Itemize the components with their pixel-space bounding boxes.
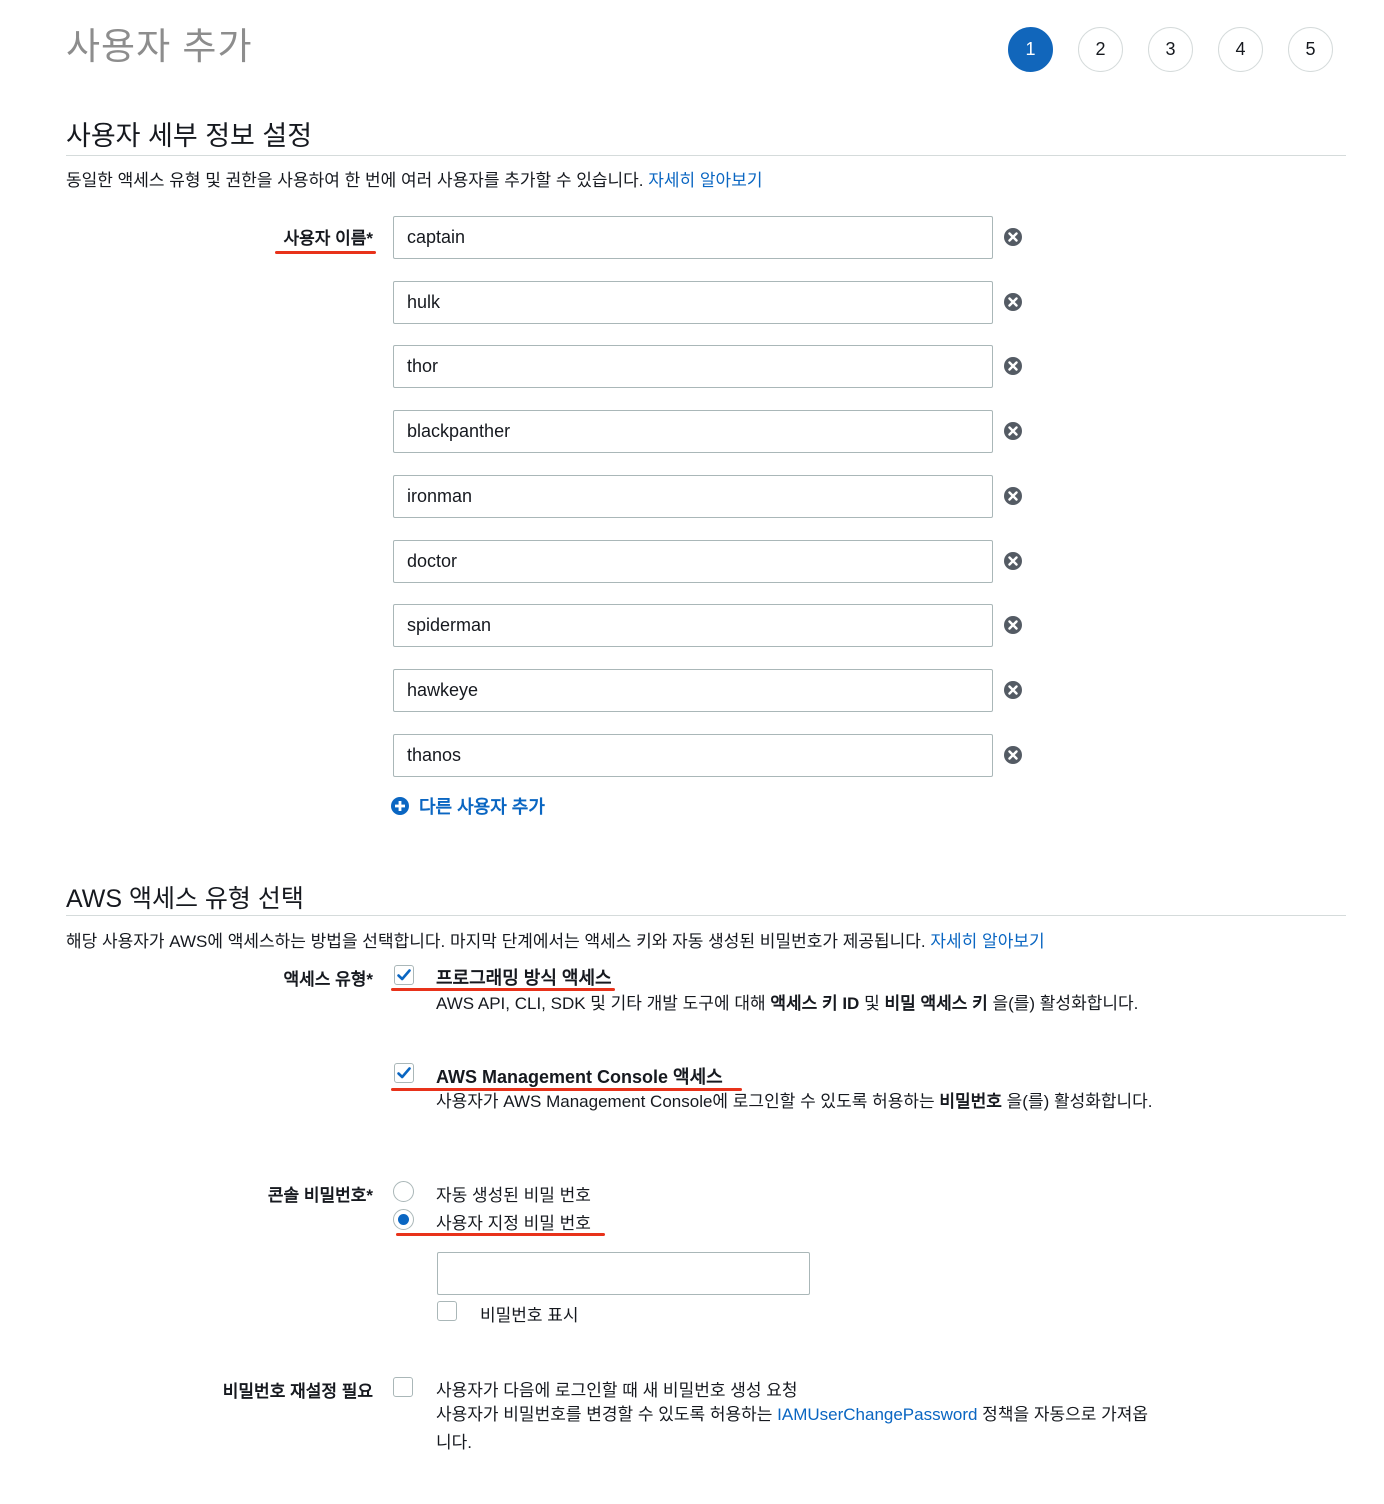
console-access-label[interactable]: AWS Management Console 액세스 — [436, 1063, 723, 1089]
learn-more-link[interactable]: 자세히 알아보기 — [930, 932, 1044, 951]
iam-user-change-password-link[interactable]: IAMUserChangePassword — [777, 1405, 977, 1424]
remove-user-icon[interactable] — [1003, 292, 1023, 312]
password-reset-checkbox[interactable] — [393, 1377, 413, 1397]
password-reset-label: 비밀번호 재설정 필요 — [222, 1382, 373, 1401]
access-key-id-text: 액세스 키 ID — [770, 994, 860, 1013]
step-2[interactable]: 2 — [1078, 27, 1123, 72]
step-1[interactable]: 1 — [1008, 27, 1053, 72]
checkmark-icon — [397, 969, 411, 981]
desc-text: 사용자가 비밀번호를 변경할 수 있도록 허용하는 — [436, 1405, 778, 1424]
user-details-description: 동일한 액세스 유형 및 권한을 사용하여 한 번에 여러 사용자를 추가할 수… — [66, 166, 762, 191]
username-input[interactable] — [393, 216, 993, 259]
desc-text: AWS API, CLI, SDK 및 기타 개발 도구에 대해 — [436, 994, 771, 1013]
remove-user-icon[interactable] — [1003, 356, 1023, 376]
desc-text: 및 — [859, 994, 885, 1013]
access-type-description: 해당 사용자가 AWS에 액세스하는 방법을 선택합니다. 마지막 단계에서는 … — [66, 927, 1045, 952]
user-details-description-text: 동일한 액세스 유형 및 권한을 사용하여 한 번에 여러 사용자를 추가할 수… — [66, 171, 644, 190]
desc-text: 을(를) 활성화합니다. — [987, 994, 1139, 1013]
password-text: 비밀번호 — [939, 1092, 1002, 1111]
access-type-title: AWS 액세스 유형 선택 — [66, 885, 304, 913]
remove-user-icon[interactable] — [1003, 486, 1023, 506]
show-password-checkbox[interactable] — [437, 1301, 457, 1321]
custom-password-input[interactable] — [437, 1252, 810, 1295]
add-user-button[interactable]: 다른 사용자 추가 — [390, 793, 545, 819]
custom-password-label[interactable]: 사용자 지정 비밀 번호 — [436, 1209, 591, 1234]
username-input[interactable] — [393, 281, 993, 324]
programmatic-access-checkbox[interactable] — [394, 965, 414, 985]
username-input[interactable] — [393, 475, 993, 518]
password-reset-option-label[interactable]: 사용자가 다음에 로그인할 때 새 비밀번호 생성 요청 — [436, 1376, 798, 1401]
desc-text: 사용자가 AWS Management Console에 로그인할 수 있도록 … — [436, 1092, 940, 1111]
checkmark-icon — [397, 1067, 411, 1079]
username-input[interactable] — [393, 734, 993, 777]
programmatic-access-description: AWS API, CLI, SDK 및 기타 개발 도구에 대해 액세스 키 I… — [436, 990, 1161, 1018]
step-4[interactable]: 4 — [1218, 27, 1263, 72]
username-input[interactable] — [393, 604, 993, 647]
desc-text: 을(를) 활성화합니다. — [1001, 1092, 1153, 1111]
show-password-label[interactable]: 비밀번호 표시 — [480, 1301, 579, 1326]
user-details-title: 사용자 세부 정보 설정 — [66, 121, 313, 151]
annotation-underline — [396, 1233, 605, 1236]
section-divider — [66, 155, 1346, 156]
remove-user-icon[interactable] — [1003, 745, 1023, 765]
auto-generated-password-radio[interactable] — [393, 1181, 414, 1202]
remove-user-icon[interactable] — [1003, 680, 1023, 700]
step-5[interactable]: 5 — [1288, 27, 1333, 72]
username-input[interactable] — [393, 410, 993, 453]
plus-circle-icon — [391, 797, 409, 815]
username-label: 사용자 이름* — [283, 229, 373, 248]
console-access-description: 사용자가 AWS Management Console에 로그인할 수 있도록 … — [436, 1088, 1161, 1116]
add-user-label: 다른 사용자 추가 — [419, 797, 545, 817]
username-input[interactable] — [393, 669, 993, 712]
password-reset-description: 사용자가 비밀번호를 변경할 수 있도록 허용하는 IAMUserChangeP… — [436, 1401, 1161, 1457]
username-input[interactable] — [393, 540, 993, 583]
auto-generated-password-label[interactable]: 자동 생성된 비밀 번호 — [436, 1181, 591, 1206]
access-type-label: 액세스 유형* — [283, 970, 373, 989]
learn-more-link[interactable]: 자세히 알아보기 — [648, 171, 762, 190]
remove-user-icon[interactable] — [1003, 615, 1023, 635]
remove-user-icon[interactable] — [1003, 227, 1023, 247]
username-input[interactable] — [393, 345, 993, 388]
console-password-label: 콘솔 비밀번호* — [267, 1186, 373, 1205]
step-3[interactable]: 3 — [1148, 27, 1193, 72]
page-title: 사용자 추가 — [66, 26, 253, 67]
remove-user-icon[interactable] — [1003, 551, 1023, 571]
console-access-checkbox[interactable] — [394, 1063, 414, 1083]
annotation-underline — [275, 251, 376, 254]
remove-user-icon[interactable] — [1003, 421, 1023, 441]
section-divider — [66, 915, 1346, 916]
custom-password-radio[interactable] — [393, 1209, 414, 1230]
access-type-description-text: 해당 사용자가 AWS에 액세스하는 방법을 선택합니다. 마지막 단계에서는 … — [66, 932, 926, 951]
programmatic-access-label[interactable]: 프로그래밍 방식 액세스 — [436, 964, 612, 990]
secret-access-key-text: 비밀 액세스 키 — [884, 994, 988, 1013]
